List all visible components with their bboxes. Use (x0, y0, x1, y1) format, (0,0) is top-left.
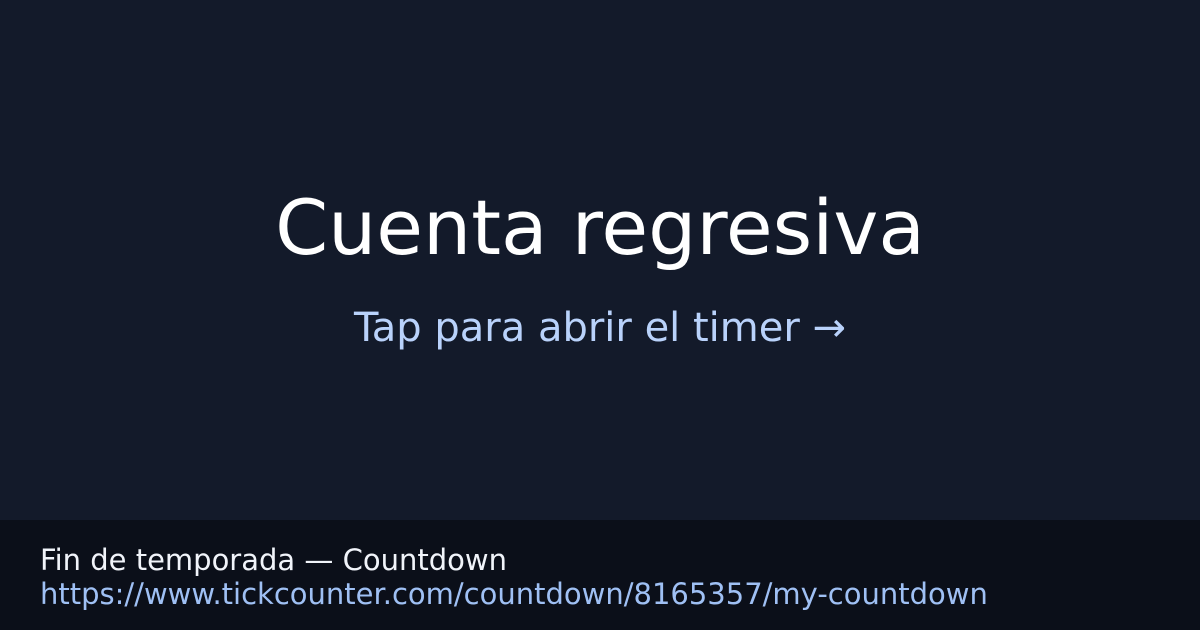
share-card: Cuenta regresiva Tap para abrir el timer… (0, 0, 1200, 630)
footer-url-link[interactable]: https://www.tickcounter.com/countdown/81… (40, 576, 988, 612)
footer-title: Fin de temporada — Countdown (40, 543, 507, 577)
hero-panel: Cuenta regresiva Tap para abrir el timer… (0, 0, 1200, 520)
open-timer-link[interactable]: Tap para abrir el timer → (0, 303, 1200, 353)
footer-bar: Fin de temporada — Countdown https://www… (0, 520, 1200, 630)
page-title: Cuenta regresiva (275, 183, 925, 272)
